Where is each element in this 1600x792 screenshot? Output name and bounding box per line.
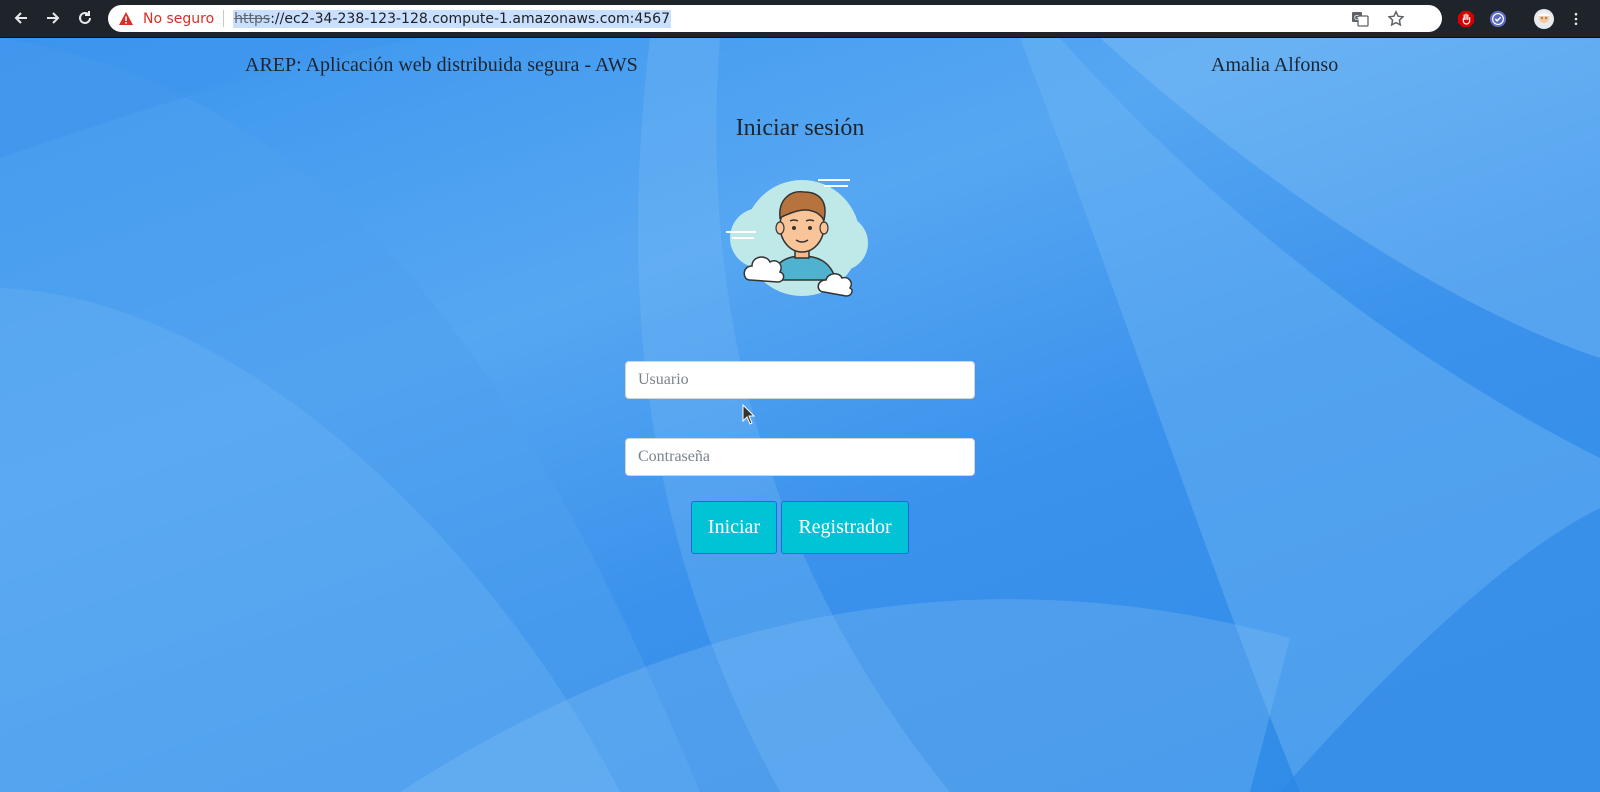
back-icon[interactable] (9, 6, 33, 30)
browser-toolbar: No seguro https://ec2-34-238-123-128.com… (0, 0, 1600, 38)
user-avatar-illustration (726, 179, 868, 297)
login-button[interactable]: Iniciar (691, 501, 777, 554)
profile-avatar-icon[interactable] (1534, 9, 1554, 29)
background-waves (0, 38, 1600, 792)
bookmark-star-icon[interactable] (1387, 10, 1405, 28)
reload-icon[interactable] (73, 6, 97, 30)
warning-icon[interactable] (118, 11, 134, 27)
svg-text:G: G (1354, 14, 1359, 22)
menu-kebab-icon[interactable] (1566, 9, 1586, 29)
check-extension-icon[interactable] (1488, 9, 1508, 29)
omnibox-divider (223, 10, 225, 27)
security-status[interactable]: No seguro (143, 11, 214, 27)
url-scheme: https (234, 10, 271, 27)
page-content: AREP: Aplicación web distribuida segura … (0, 38, 1600, 792)
address-bar[interactable]: No seguro https://ec2-34-238-123-128.com… (108, 5, 1442, 32)
login-title: Iniciar sesión (735, 115, 865, 141)
author-name: Amalia Alfonso (1211, 54, 1339, 76)
app-title: AREP: Aplicación web distribuida segura … (245, 54, 638, 76)
mouse-cursor-icon (742, 404, 756, 425)
translate-icon[interactable]: G (1351, 10, 1369, 28)
url-text[interactable]: https://ec2-34-238-123-128.compute-1.ama… (233, 9, 671, 28)
password-input[interactable] (625, 438, 975, 476)
register-button[interactable]: Registrador (781, 501, 909, 554)
forward-icon[interactable] (41, 6, 65, 30)
adblock-extension-icon[interactable] (1456, 9, 1476, 29)
username-input[interactable] (625, 361, 975, 399)
url-host: ://ec2-34-238-123-128.compute-1.amazonaw… (270, 10, 670, 27)
